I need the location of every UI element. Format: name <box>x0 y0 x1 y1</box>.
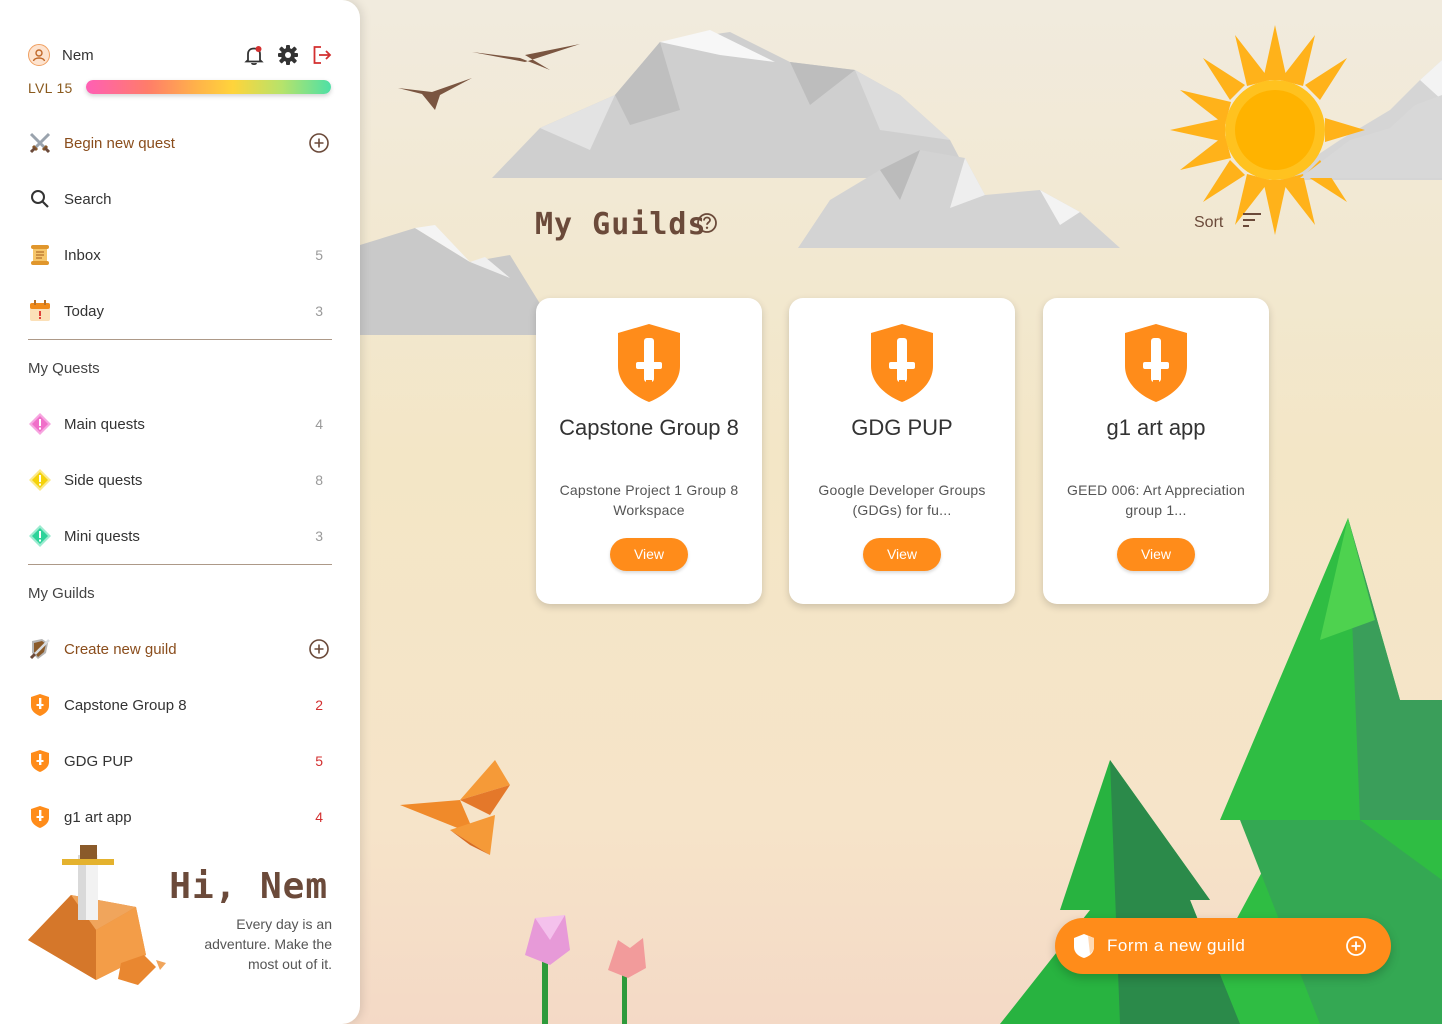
sidebar-item-guild-g1-art[interactable]: g1 art app 4 <box>28 797 333 837</box>
guild-label: g1 art app <box>64 808 132 826</box>
scroll-icon <box>28 243 52 267</box>
guild-shield-icon <box>1121 322 1191 409</box>
main-quests-count: 4 <box>315 416 323 432</box>
sidebar-item-inbox[interactable]: Inbox 5 <box>28 235 333 275</box>
sidebar: Nem LVL 15 Begin new quest Search Inbox … <box>0 0 360 1024</box>
sidebar-item-main-quests[interactable]: Main quests 4 <box>28 404 333 444</box>
view-guild-button[interactable]: View <box>610 538 688 571</box>
today-label: Today <box>64 302 105 320</box>
side-quests-count: 8 <box>315 472 323 488</box>
avatar[interactable] <box>28 44 50 66</box>
main-quests-label: Main quests <box>64 415 145 433</box>
mini-quests-count: 3 <box>315 528 323 544</box>
xp-progress-bar <box>86 80 331 94</box>
sidebar-item-guild-capstone[interactable]: Capstone Group 8 2 <box>28 685 333 725</box>
main-quest-diamond-icon <box>28 412 52 436</box>
guild-card[interactable]: GDG PUP Google Developer Groups (GDGs) f… <box>789 298 1015 604</box>
guild-card-description: Capstone Project 1 Group 8 Workspace <box>559 482 739 518</box>
guild-label: Capstone Group 8 <box>64 696 187 714</box>
guild-card[interactable]: Capstone Group 8 Capstone Project 1 Grou… <box>536 298 762 604</box>
form-new-guild-button[interactable]: Form a new guild <box>1055 918 1391 974</box>
help-icon[interactable] <box>696 212 718 239</box>
inbox-label: Inbox <box>64 246 101 264</box>
guild-shield-outline-icon <box>1071 932 1097 965</box>
search-icon <box>28 187 52 211</box>
guild-card[interactable]: g1 art app GEED 006: Art Appreciation gr… <box>1043 298 1269 604</box>
guild-label: GDG PUP <box>64 752 134 770</box>
view-guild-button[interactable]: View <box>1117 538 1195 571</box>
guild-shield-icon <box>867 322 937 409</box>
form-new-guild-label: Form a new guild <box>1107 936 1246 955</box>
sidebar-item-side-quests[interactable]: Side quests 8 <box>28 460 333 500</box>
level-label: LVL 15 <box>28 80 73 96</box>
inbox-count: 5 <box>315 247 323 263</box>
guild-shield-icon <box>28 749 52 773</box>
greeting-title: Hi, Nem <box>169 866 328 907</box>
gear-icon[interactable] <box>277 44 299 66</box>
my-quests-heading: My Quests <box>28 360 100 377</box>
shield-sword-icon <box>28 637 52 661</box>
crossed-swords-icon <box>28 131 52 155</box>
my-guilds-heading: My Guilds <box>28 585 95 602</box>
guild-shield-icon <box>614 322 684 409</box>
profile-name: Nem <box>62 47 94 64</box>
guild-card-description: Google Developer Groups (GDGs) for fu... <box>818 482 986 518</box>
guild-shield-icon <box>28 805 52 829</box>
begin-new-quest-label: Begin new quest <box>64 134 175 152</box>
logout-icon[interactable] <box>311 44 333 66</box>
mini-quests-label: Mini quests <box>64 527 140 545</box>
sidebar-item-search[interactable]: Search <box>28 179 333 219</box>
guild-card-title: GDG PUP <box>851 415 953 440</box>
divider <box>28 564 332 565</box>
sidebar-item-guild-gdg[interactable]: GDG PUP 5 <box>28 741 333 781</box>
guild-card-title: Capstone Group 8 <box>559 415 739 440</box>
divider <box>28 339 332 340</box>
guild-shield-icon <box>28 693 52 717</box>
sort-lines-icon <box>1241 212 1263 233</box>
sidebar-item-today[interactable]: Today 3 <box>28 291 333 331</box>
guild-count: 2 <box>315 697 323 713</box>
guild-card-description: GEED 006: Art Appreciation group 1... <box>1067 482 1245 518</box>
today-count: 3 <box>315 303 323 319</box>
xp-progress-fill <box>86 80 331 94</box>
add-circle-icon[interactable] <box>308 132 330 159</box>
guild-count: 4 <box>315 809 323 825</box>
view-guild-button[interactable]: View <box>863 538 941 571</box>
user-icon <box>32 49 46 62</box>
calendar-icon <box>28 299 52 323</box>
create-new-guild-button[interactable]: Create new guild <box>28 629 333 669</box>
add-circle-icon <box>1345 935 1367 962</box>
create-new-guild-label: Create new guild <box>64 640 177 658</box>
page-title: My Guilds <box>535 207 707 242</box>
greeting-text: Every day is an adventure. Make the most… <box>204 916 332 972</box>
header-icons <box>243 44 333 66</box>
search-label: Search <box>64 190 112 208</box>
sword-in-stone-illustration <box>26 845 176 1000</box>
sidebar-item-mini-quests[interactable]: Mini quests 3 <box>28 516 333 556</box>
begin-new-quest-button[interactable]: Begin new quest <box>28 123 333 163</box>
guild-card-title: g1 art app <box>1106 415 1206 440</box>
mini-quest-diamond-icon <box>28 524 52 548</box>
guild-count: 5 <box>315 753 323 769</box>
add-circle-icon[interactable] <box>308 638 330 665</box>
bell-icon[interactable] <box>243 44 265 66</box>
side-quest-diamond-icon <box>28 468 52 492</box>
side-quests-label: Side quests <box>64 471 143 489</box>
profile-header: Nem LVL 15 <box>28 40 333 100</box>
sort-label: Sort <box>1194 213 1224 231</box>
sort-button[interactable]: Sort <box>1194 212 1263 233</box>
